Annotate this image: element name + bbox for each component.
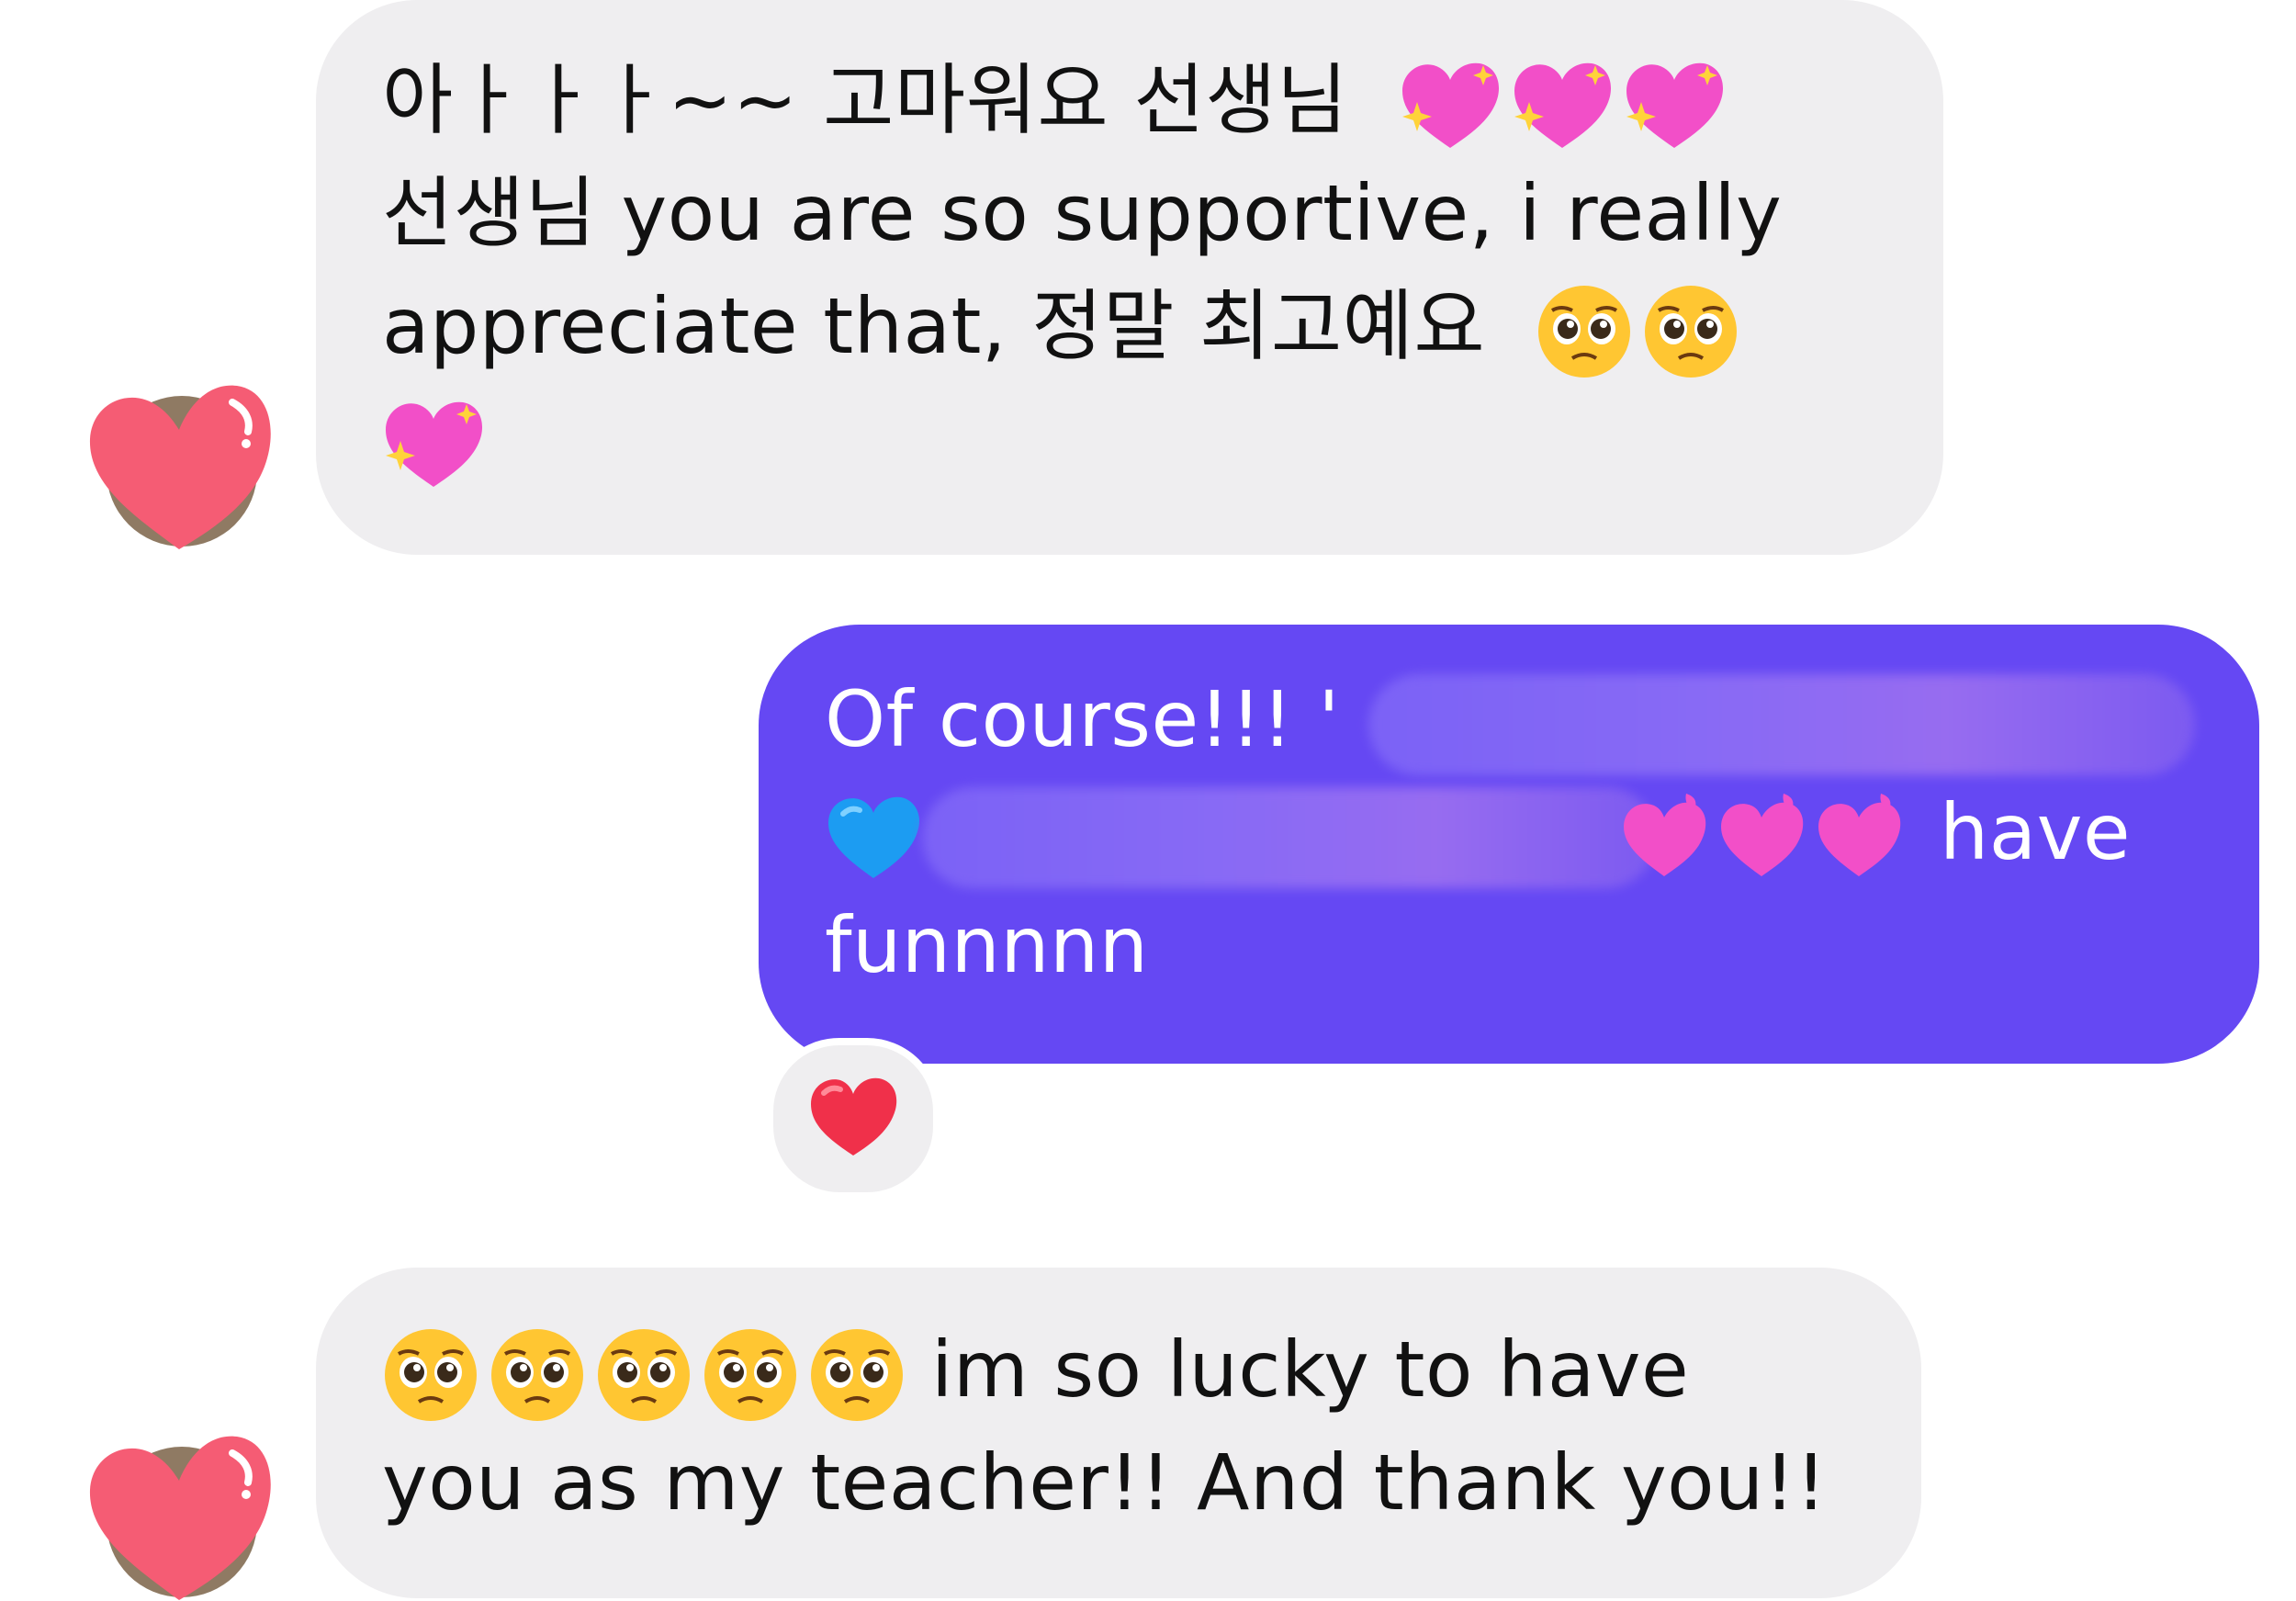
message-line: 아ㅏㅏㅏ~~ 고마워요 선생님 bbox=[382, 44, 1888, 157]
pleading-face-icon bbox=[1642, 283, 1739, 380]
message-reaction[interactable] bbox=[766, 1038, 940, 1200]
sparkling-heart-icon bbox=[1623, 60, 1726, 152]
message-text: appreciate that, 정말 최고예요 bbox=[382, 281, 1486, 371]
pleading-face-icon bbox=[595, 1326, 692, 1424]
heart-avatar-icon bbox=[89, 385, 271, 549]
pink-heart-icon bbox=[1717, 792, 1806, 884]
pleading-face-icon bbox=[1536, 283, 1633, 380]
message-line: 선생님 you are so supportive, i really bbox=[382, 168, 1783, 258]
message-line: Of course!!! ' bbox=[825, 663, 2204, 776]
message-text: im so lucky to have bbox=[931, 1325, 1690, 1415]
redacted-text bbox=[922, 787, 1657, 889]
message-bubble-incoming[interactable]: 아ㅏㅏㅏ~~ 고마워요 선생님 선생님 you are so supportiv… bbox=[316, 0, 1943, 555]
pink-heart-icon bbox=[1620, 792, 1708, 884]
red-heart-icon bbox=[811, 1077, 897, 1156]
sparkling-heart-icon bbox=[1399, 60, 1502, 152]
message-text: Of course!!! ' bbox=[825, 674, 1340, 764]
message-bubble-outgoing[interactable]: Of course!!! ' have funnnnn bbox=[759, 625, 2259, 1064]
sparkling-heart-icon bbox=[1511, 60, 1614, 152]
message-bubble-incoming[interactable]: im so lucky to have you as my teacher!! … bbox=[316, 1268, 1921, 1598]
message-text: have bbox=[1940, 787, 2132, 877]
message-line bbox=[382, 383, 1888, 496]
pleading-face-icon bbox=[382, 1326, 479, 1424]
message-text: 아ㅏㅏㅏ~~ 고마워요 선생님 bbox=[382, 55, 1348, 145]
pleading-face-icon bbox=[489, 1326, 586, 1424]
heart-avatar-icon bbox=[89, 1436, 271, 1600]
sparkling-heart-icon bbox=[382, 399, 485, 490]
redacted-text bbox=[1368, 674, 2196, 776]
message-line: appreciate that, 정말 최고예요 bbox=[382, 270, 1888, 383]
message-line: have bbox=[825, 776, 2204, 889]
message-line: funnnnn bbox=[825, 900, 1149, 990]
pleading-face-icon bbox=[702, 1326, 799, 1424]
message-line: im so lucky to have bbox=[382, 1313, 1866, 1426]
blue-heart-icon bbox=[825, 794, 922, 882]
message-line: you as my teacher!! And thank you!! bbox=[382, 1438, 1828, 1528]
pink-heart-icon bbox=[1815, 792, 1903, 884]
contact-avatar[interactable] bbox=[81, 1416, 277, 1601]
contact-avatar[interactable] bbox=[81, 366, 277, 562]
pleading-face-icon bbox=[808, 1326, 906, 1424]
